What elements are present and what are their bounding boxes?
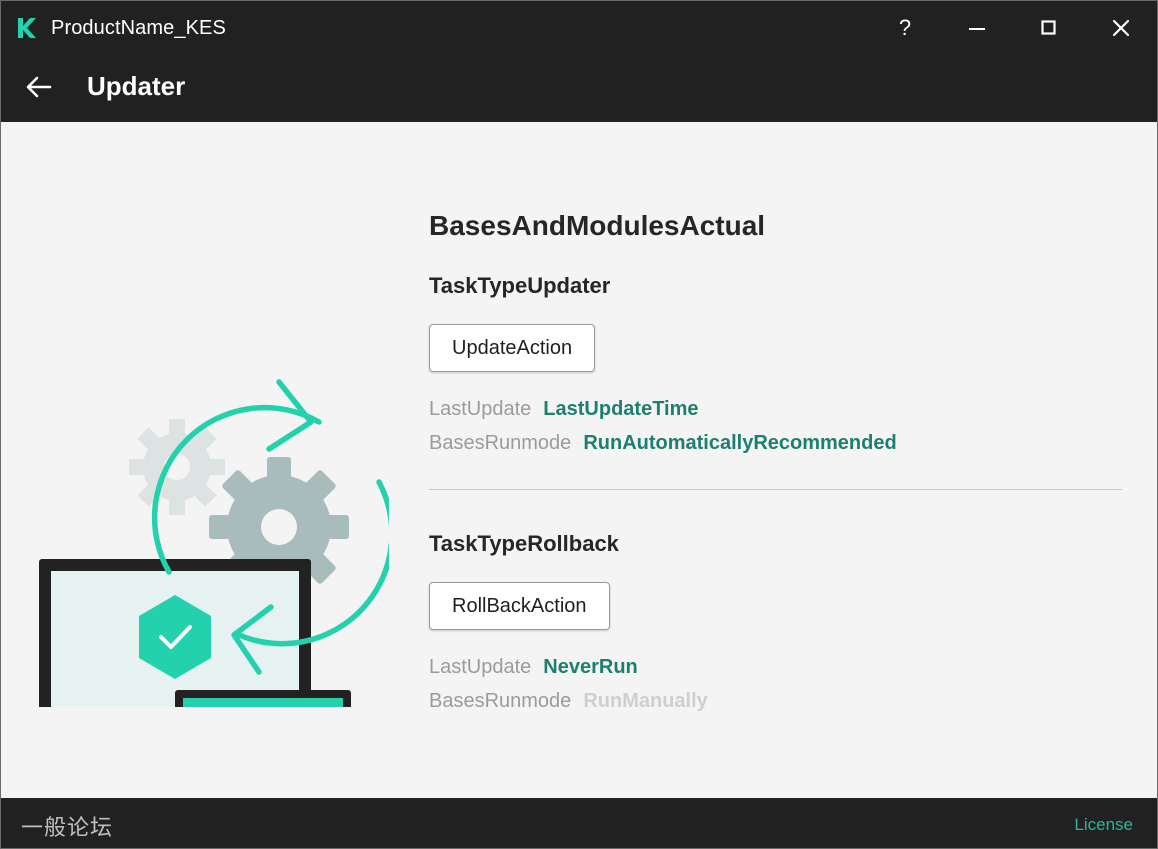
last-update-value: LastUpdateTime xyxy=(543,398,699,420)
arrow-left-icon xyxy=(26,76,52,98)
last-update-label: LastUpdate xyxy=(429,398,532,420)
page-title: Updater xyxy=(87,71,186,101)
title-bar: ProductName_KES ? xyxy=(1,1,1157,55)
update-last-update-row: LastUpdate LastUpdateTime xyxy=(429,392,1123,426)
runmode-label: BasesRunmode xyxy=(429,690,572,712)
rollback-task-title: TaskTypeRollback xyxy=(429,531,619,556)
update-runmode-row: BasesRunmode RunAutomaticallyRecommended xyxy=(429,426,1123,460)
page-header: Updater xyxy=(1,55,1157,122)
rollback-runmode-row: BasesRunmode RunManually xyxy=(429,684,1123,718)
section-title: BasesAndModulesActual xyxy=(429,210,766,241)
close-button[interactable] xyxy=(1085,1,1157,55)
last-update-label: LastUpdate xyxy=(429,656,532,678)
minimize-icon xyxy=(969,28,985,30)
status-bar: 一般论坛 License xyxy=(1,798,1157,848)
help-button[interactable]: ? xyxy=(869,1,941,55)
rollback-last-update-row: LastUpdate NeverRun xyxy=(429,650,1123,684)
help-icon: ? xyxy=(898,15,912,40)
app-window: ProductName_KES ? Updater BasesAndModule… xyxy=(0,0,1158,849)
laptop-icon xyxy=(175,690,351,707)
runmode-value-link[interactable]: RunAutomaticallyRecommended xyxy=(583,432,896,454)
small-gear-icon xyxy=(129,419,225,515)
close-icon xyxy=(1112,19,1130,37)
back-button[interactable] xyxy=(19,67,59,107)
update-illustration xyxy=(39,379,389,707)
app-title: ProductName_KES xyxy=(51,17,226,39)
maximize-icon xyxy=(1041,20,1056,35)
last-update-value: NeverRun xyxy=(543,656,638,678)
update-action-button[interactable]: UpdateAction xyxy=(429,324,596,372)
minimize-button[interactable] xyxy=(941,1,1013,55)
maximize-button[interactable] xyxy=(1013,1,1085,55)
runmode-value: RunManually xyxy=(583,690,708,712)
main-content: BasesAndModulesActual TaskTypeUpdater Up… xyxy=(1,122,1157,798)
update-task-title: TaskTypeUpdater xyxy=(429,273,611,298)
content-panel: BasesAndModulesActual TaskTypeUpdater Up… xyxy=(429,206,1123,718)
rollback-action-button[interactable]: RollBackAction xyxy=(429,582,610,630)
runmode-label: BasesRunmode xyxy=(429,432,572,454)
watermark-text: 一般论坛 xyxy=(21,815,114,840)
kaspersky-logo-icon xyxy=(18,18,36,38)
license-link[interactable]: License xyxy=(1074,815,1133,835)
